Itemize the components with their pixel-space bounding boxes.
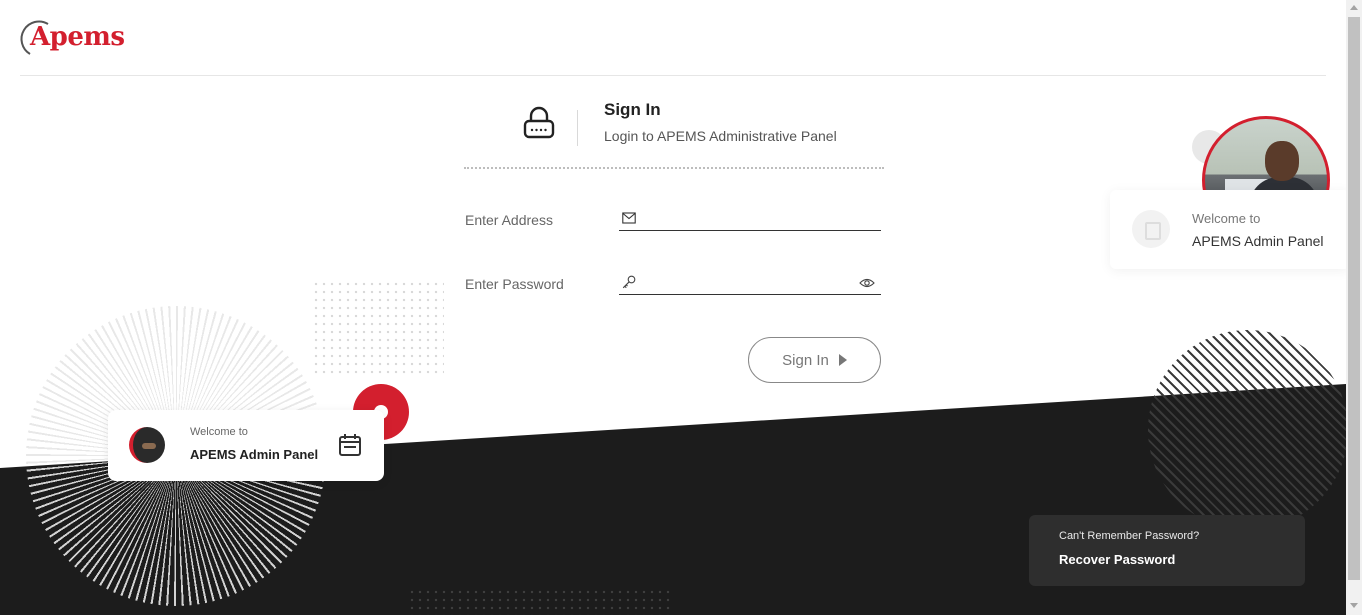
striped-circle-decoration — [1148, 330, 1346, 530]
calendar-icon — [339, 434, 361, 456]
header-divider — [20, 75, 1326, 76]
dotted-divider — [464, 167, 884, 169]
email-input[interactable] — [641, 209, 851, 229]
recover-password-card: Can't Remember Password? Recover Passwor… — [1029, 515, 1305, 586]
sign-in-button-label: Sign In — [782, 351, 829, 369]
key-icon — [622, 275, 636, 289]
logo-text: Apems — [30, 22, 125, 52]
eye-icon[interactable] — [859, 277, 875, 289]
welcome-title: APEMS Admin Panel — [1192, 233, 1324, 249]
envelope-icon — [622, 212, 636, 224]
avatar — [129, 427, 165, 463]
dot-grid-decoration — [312, 280, 444, 376]
lock-icon — [523, 106, 555, 139]
page-subtitle: Login to APEMS Administrative Panel — [604, 128, 837, 144]
apems-logo[interactable]: Apems — [18, 18, 128, 58]
recover-password-link[interactable]: Recover Password — [1059, 552, 1175, 567]
scroll-up-arrow-icon[interactable] — [1350, 5, 1358, 10]
welcome-card-right: Welcome to APEMS Admin Panel — [1110, 190, 1346, 269]
password-field-wrapper — [619, 271, 881, 295]
email-field-wrapper — [619, 207, 881, 231]
welcome-title: APEMS Admin Panel — [190, 447, 319, 462]
welcome-label: Welcome to — [190, 426, 248, 438]
header-vertical-divider — [577, 110, 578, 146]
scroll-down-arrow-icon[interactable] — [1350, 603, 1358, 608]
sign-in-button[interactable]: Sign In — [748, 337, 881, 383]
scrollbar-thumb[interactable] — [1348, 17, 1360, 580]
dot-grid-decoration-bottom — [408, 588, 674, 615]
password-input[interactable] — [641, 273, 851, 293]
vertical-scrollbar[interactable] — [1346, 0, 1362, 615]
caret-right-icon — [838, 354, 847, 366]
page-title: Sign In — [604, 100, 661, 119]
welcome-label: Welcome to — [1192, 211, 1261, 226]
recover-question: Can't Remember Password? — [1059, 530, 1200, 542]
welcome-card-left: Welcome to APEMS Admin Panel — [108, 410, 384, 481]
login-page: Apems Sign In Login to APEMS Administrat… — [0, 0, 1346, 615]
email-label: Enter Address — [465, 212, 553, 228]
badge-icon — [1132, 210, 1170, 248]
password-label: Enter Password — [465, 276, 564, 292]
